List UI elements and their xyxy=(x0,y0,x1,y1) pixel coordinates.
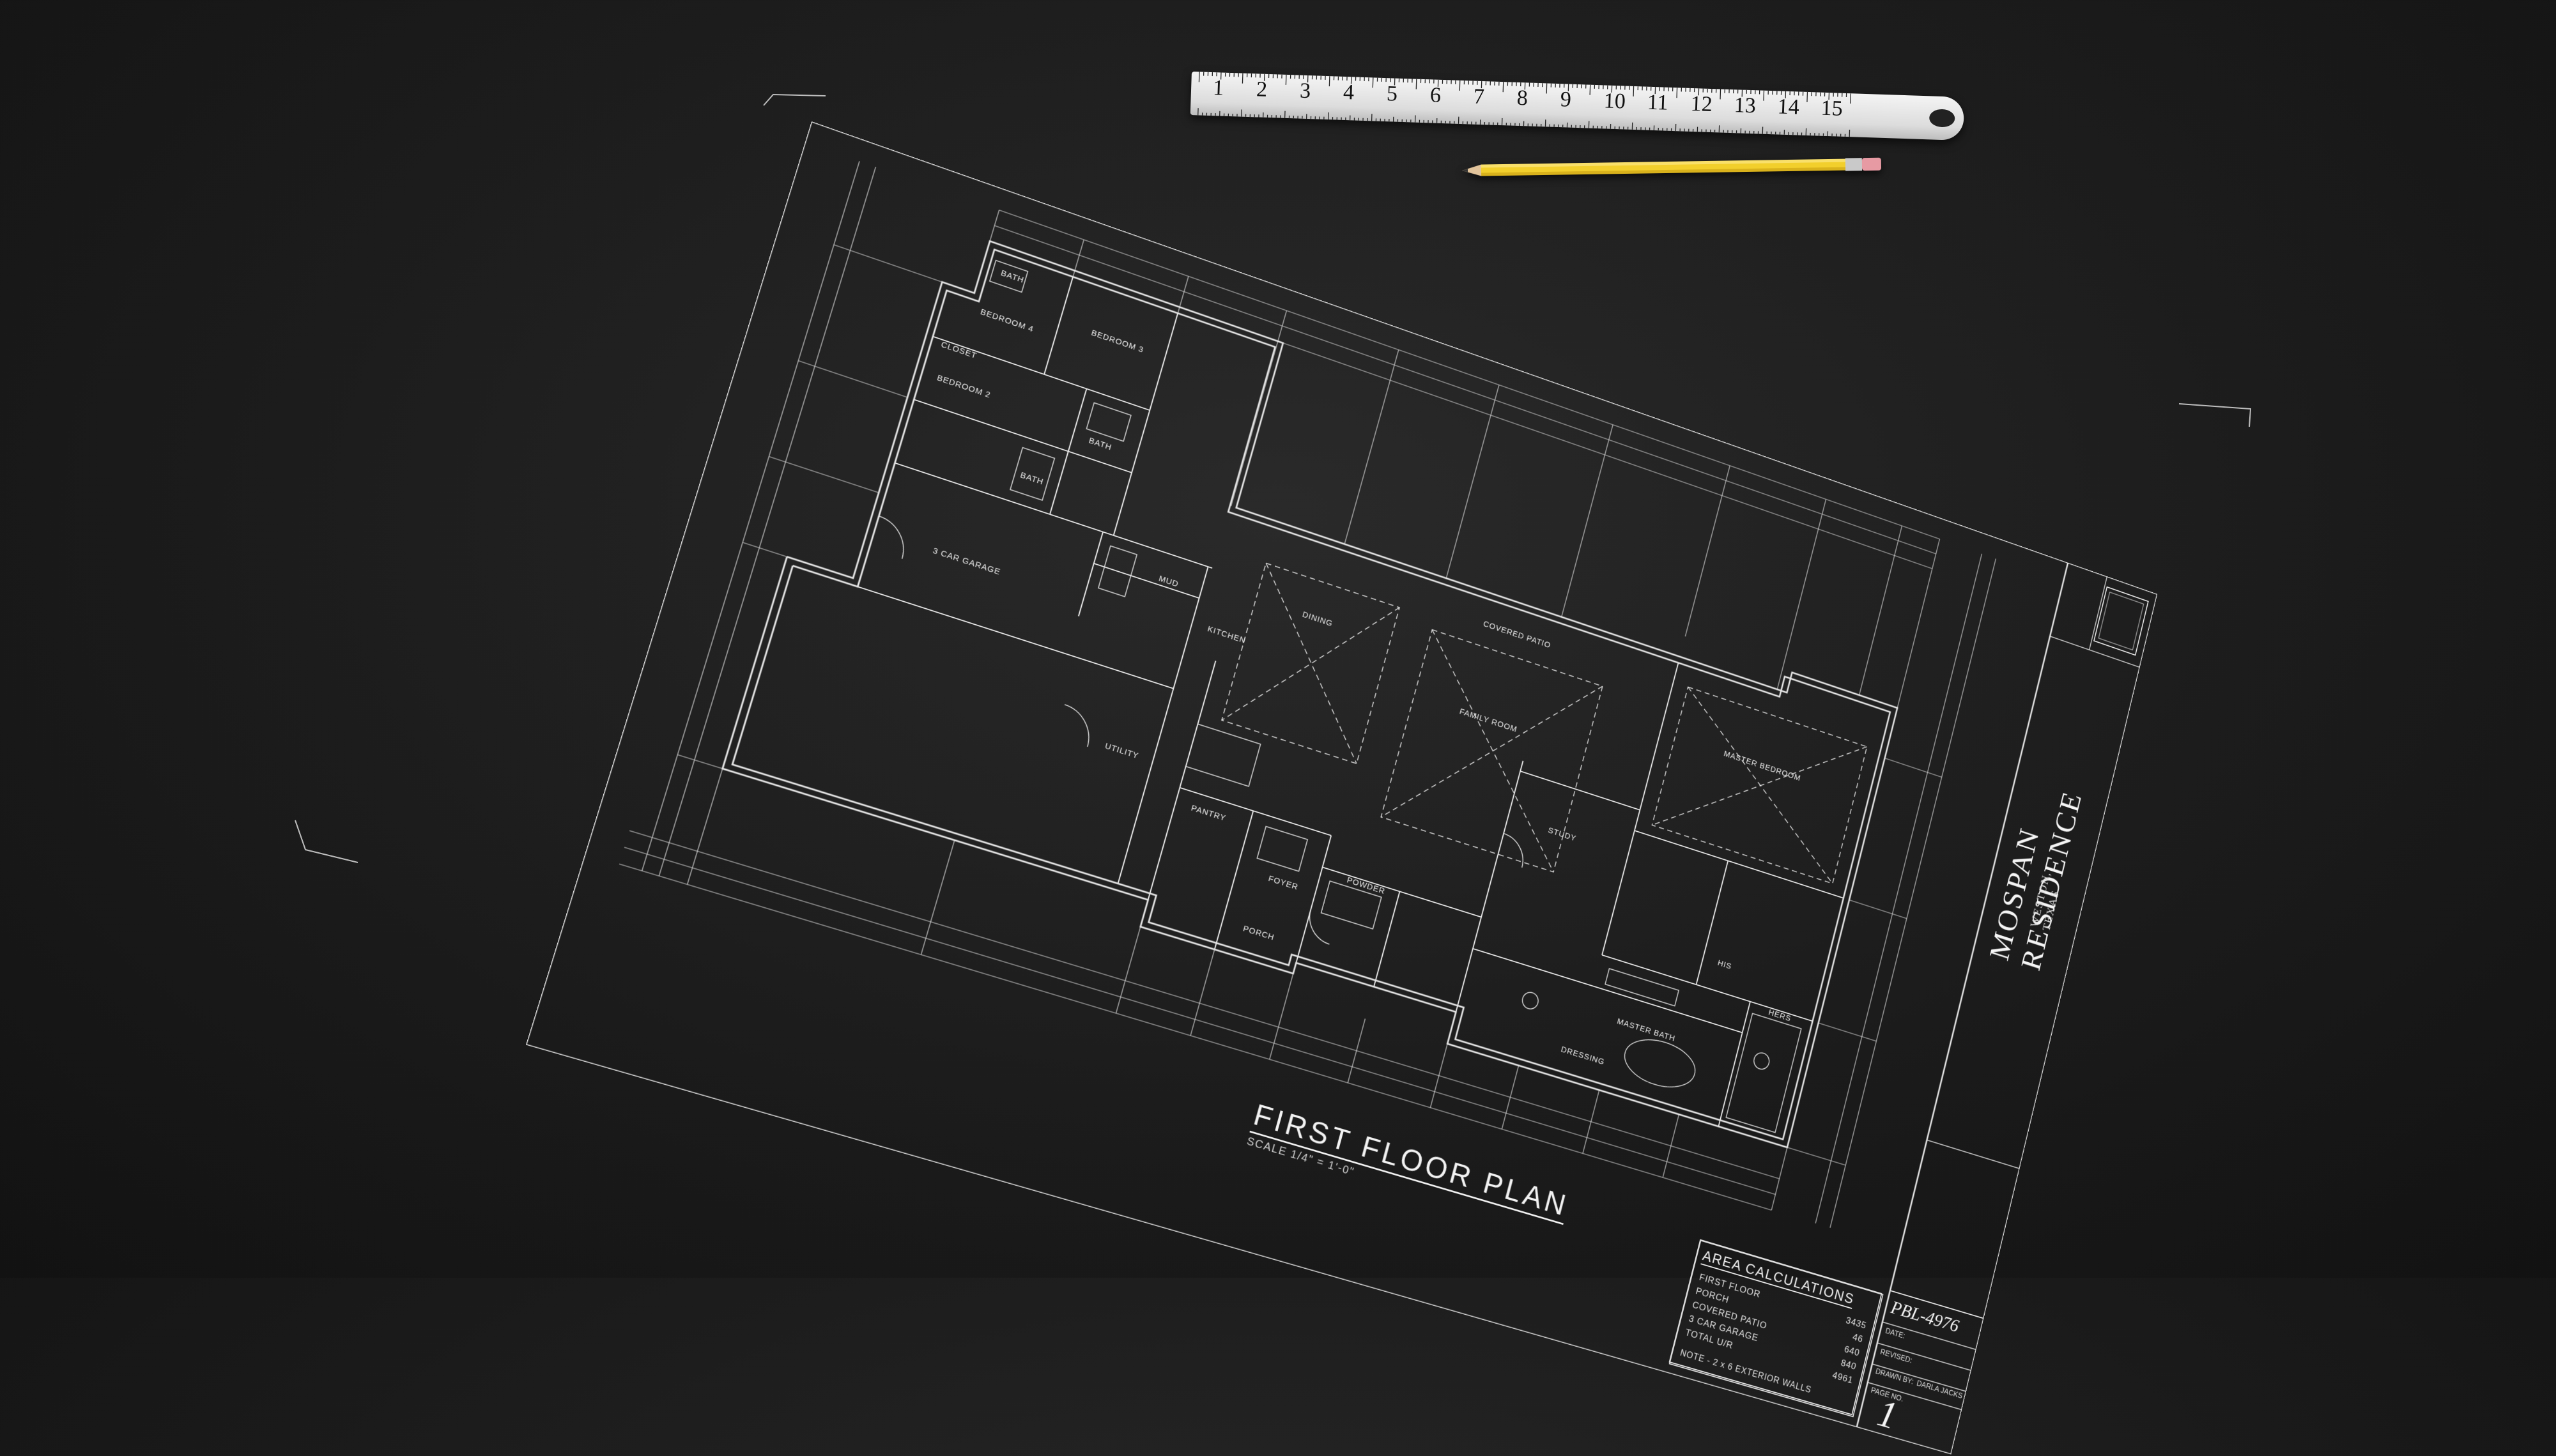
ruler-number: 14 xyxy=(1777,95,1799,119)
ruler-number: 13 xyxy=(1734,93,1756,118)
ruler-tick xyxy=(1633,86,1634,96)
ruler-number: 7 xyxy=(1473,85,1484,110)
ruler-hang-hole xyxy=(1929,109,1955,127)
ruler-tick xyxy=(1720,89,1721,99)
area-row-value: 840 xyxy=(1840,1358,1858,1372)
ruler-number: 4 xyxy=(1343,80,1354,105)
ruler-tick xyxy=(1807,92,1808,102)
ruler-number: 8 xyxy=(1516,86,1528,111)
ruler-tick xyxy=(1459,80,1460,91)
corner-mark-top-left xyxy=(764,95,826,105)
ruler-number: 12 xyxy=(1690,92,1713,117)
ruler-number: 2 xyxy=(1256,77,1267,102)
area-row-value: 46 xyxy=(1852,1331,1865,1345)
ruler-number: 11 xyxy=(1647,91,1668,116)
pencil-lead xyxy=(1462,169,1468,172)
area-row-value: 3435 xyxy=(1845,1315,1868,1331)
photo-scene: BATH BEDROOM 4 BEDROOM 3 BEDROOM 2 BATH … xyxy=(0,0,2556,1278)
corner-mark-top-right xyxy=(2179,404,2251,427)
ruler-number: 15 xyxy=(1821,96,1843,121)
ruler-tick xyxy=(1503,82,1504,92)
area-row-value: 640 xyxy=(1843,1344,1861,1358)
ruler-number: 1 xyxy=(1213,76,1224,101)
pencil-eraser xyxy=(1862,158,1881,171)
ruler-number: 3 xyxy=(1299,79,1311,104)
corner-mark-bottom-left xyxy=(295,820,358,862)
ruler-tick xyxy=(1242,73,1243,84)
ruler-tick xyxy=(1416,79,1417,89)
ruler-tick xyxy=(1329,76,1330,86)
ruler-number: 10 xyxy=(1603,89,1626,114)
ruler-number: 5 xyxy=(1386,82,1397,107)
ruler-tick xyxy=(1546,83,1547,93)
ruler-number: 9 xyxy=(1560,88,1571,112)
ruler-number: 6 xyxy=(1429,83,1441,108)
area-row-value: 4961 xyxy=(1831,1370,1854,1386)
pencil-ferrule xyxy=(1845,158,1862,171)
